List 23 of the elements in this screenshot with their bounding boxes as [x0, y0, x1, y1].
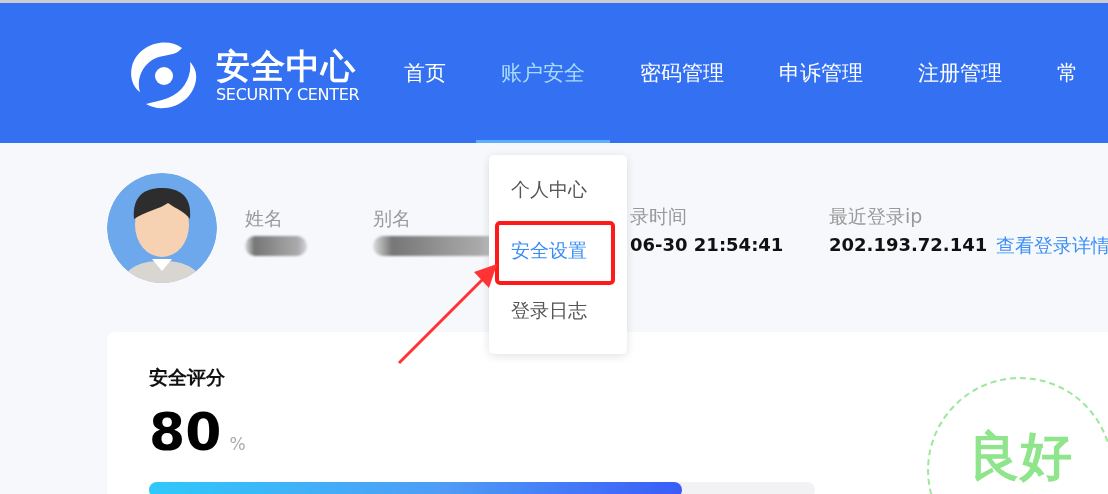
avatar-icon — [107, 173, 217, 283]
menu-item[interactable]: 安全设置 — [489, 232, 627, 294]
field-label: 最近登录ip — [829, 204, 924, 229]
logo-subtitle: SECURITY CENTER — [216, 86, 360, 104]
nav-tab[interactable]: 申诉管理 — [754, 6, 889, 143]
field-label: 录时间 — [630, 204, 688, 229]
rating-text: 良好 — [968, 425, 1072, 488]
score-value: 80 — [149, 402, 222, 462]
field-label: 姓名 — [245, 206, 284, 231]
nav-tab[interactable]: 注册管理 — [893, 6, 1028, 143]
nav-tab[interactable]: 密码管理 — [615, 6, 750, 143]
blurred-value — [245, 236, 307, 256]
menu-item[interactable]: 登录日志 — [489, 293, 627, 354]
field-value: 202.193.72.141 — [829, 234, 989, 257]
menu-item[interactable]: 个人中心 — [489, 172, 627, 233]
field-label: 别名 — [373, 206, 412, 231]
logo-title: 安全中心 — [216, 46, 357, 86]
field-value: 06-30 21:54:41 — [630, 234, 785, 257]
nav-tab[interactable]: 账户安全 — [476, 6, 611, 143]
nav-tab[interactable]: 常 — [1032, 6, 1104, 143]
nav-tab[interactable]: 首页 — [379, 6, 472, 143]
score-title: 安全评分 — [149, 365, 225, 390]
score-unit: % — [229, 434, 246, 454]
